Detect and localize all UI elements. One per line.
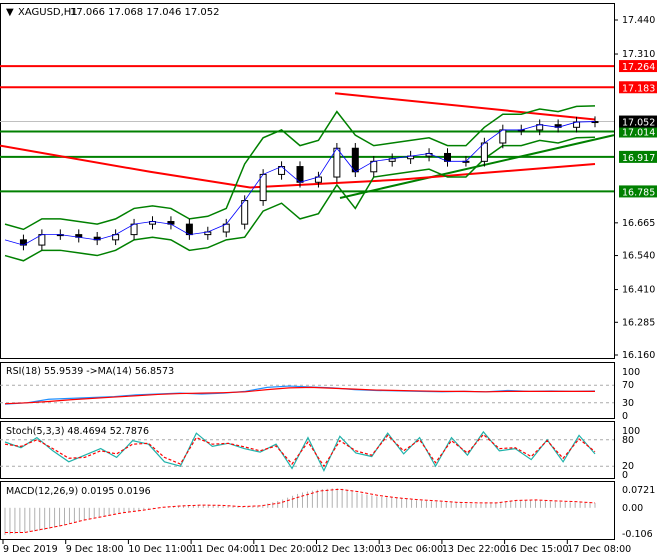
y-tick-label: 16.665 [622,218,655,229]
y-tick-label: 16.285 [622,317,655,328]
y-tick-label: 17.310 [622,49,655,60]
y-tick-label: 17.440 [622,15,655,26]
x-tick-label: 11 Dec 20:00 [254,544,318,555]
panel-tick-label: 0.00 [622,503,643,514]
panel-tick-label: 0 [622,411,628,422]
candle-body [333,147,341,178]
level-label: 16.785 [622,187,655,198]
y-tick-label: 16.540 [622,251,655,262]
level-label: 16.917 [622,153,655,164]
panel-tick-label: 0.0721 [622,485,655,496]
ohlc-readout: 17.066 17.068 17.046 17.052 [70,7,220,18]
panel-tick-label: -0.106 [622,529,653,540]
level-label: 17.183 [622,83,655,94]
level-label: 17.014 [622,127,655,138]
panel-tick-label: 80 [622,435,634,446]
candle-body [241,200,249,225]
candle-body [351,147,359,173]
level-label: 17.264 [622,62,655,73]
x-tick-label: 10 Dec 11:00 [128,544,192,555]
candle-body [296,166,304,183]
x-tick-label: 12 Dec 13:00 [317,544,381,555]
x-tick-label: 9 Dec 18:00 [66,544,124,555]
x-tick-label: 13 Dec 22:00 [442,544,506,555]
y-tick-label: 16.160 [622,350,655,361]
chart-svg: 17.440 17.310 16.665 16.540 16.410 16.285 16.1… [0,3,657,555]
candle-body [259,173,267,202]
y-tick-label: 16.410 [622,285,655,296]
x-tick-label: 9 Dec 2019 [3,544,58,555]
panel-tick-label: 100 [622,367,640,378]
panel-tick-label: 0 [622,470,628,481]
stoch-label: Stoch(5,3,3) 48.4694 52.7876 [6,426,149,437]
x-tick-label: 16 Dec 15:00 [505,544,569,555]
candle-body [480,142,488,162]
trading-chart: 17.440 17.310 16.665 16.540 16.410 16.285 16.1… [0,0,660,560]
x-tick-label: 13 Dec 06:00 [379,544,443,555]
macd-label: MACD(12,26,9) 0.0195 0.0196 [6,486,151,497]
panel-tick-label: 30 [622,398,634,409]
main-panel [0,3,615,359]
current-price-label: 17.052 [622,118,655,129]
chart-title: XAGUSD,H1 [18,7,78,18]
x-tick-label: 11 Dec 04:00 [191,544,255,555]
rsi-label: RSI(18) 55.9539 ->MA(14) 56.8573 [6,366,174,377]
panel-tick-label: 70 [622,380,634,391]
dropdown-arrow-icon[interactable]: ▼ [6,7,14,18]
x-tick-label: 17 Dec 08:00 [567,544,631,555]
